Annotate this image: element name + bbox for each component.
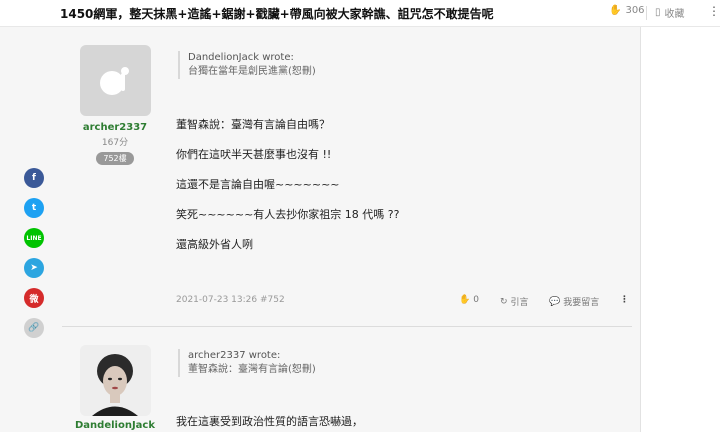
post-body: 董智森說：臺灣有言論自由嗎？ 你們在這吠半天甚麼事也沒有 !! 這還不是言論自由…	[176, 118, 399, 268]
hand-icon: ✋	[459, 295, 471, 305]
quote-author: archer2337 wrote:	[188, 350, 281, 361]
default-avatar-icon	[99, 66, 129, 95]
like-button[interactable]: ✋ 0	[459, 295, 479, 305]
quote-text[interactable]: 台獨在當年是創民進黨(恕刪)	[188, 65, 316, 79]
comment-icon: 💬	[549, 296, 561, 307]
like-count: 306	[625, 5, 645, 16]
like-button[interactable]: ✋ 306	[609, 5, 645, 16]
post-line: 董智森說：臺灣有言論自由嗎？	[176, 118, 330, 131]
line-share-icon[interactable]: LINE	[24, 228, 44, 248]
thread-title: 1450網軍，整天抹黑+造謠+鋸謝+戳臟+帶風向被大家幹譙、詛咒怎不敢提告呢	[60, 7, 494, 21]
weibo-share-icon[interactable]: 微	[24, 288, 44, 308]
reply-label: 我要留言	[563, 298, 600, 308]
more-options-icon[interactable]: ⋮	[620, 295, 629, 305]
user-points: 167分	[101, 138, 129, 148]
divider	[62, 326, 632, 327]
floor-badge: 752樓	[96, 152, 134, 165]
post-line: 我在這裏受到政治性質的語言恐嚇過，	[176, 415, 363, 428]
post: DandelionJack archer2337 wrote: 董智森說：臺灣有…	[62, 333, 640, 432]
post-line: 還高級外省人咧	[176, 238, 253, 251]
divider	[646, 6, 647, 20]
bookmark-label: 收藏	[664, 9, 685, 20]
bookmark-icon: ▯	[655, 7, 661, 18]
post: archer2337 167分 752樓 DandelionJack wrote…	[62, 27, 640, 327]
bookmark-button[interactable]: ▯ 收藏	[655, 5, 685, 20]
username[interactable]: DandelionJack	[62, 420, 168, 431]
quote-block: DandelionJack wrote: 台獨在當年是創民進黨(恕刪)	[178, 51, 316, 79]
post-body: 我在這裏受到政治性質的語言恐嚇過，	[176, 415, 363, 432]
avatar[interactable]	[80, 345, 151, 416]
quote-text[interactable]: 董智森說：臺灣有言論(恕刪)	[188, 363, 316, 377]
quote-author: DandelionJack wrote:	[188, 52, 294, 63]
post-line: 笑死~~~~~~有人去抄你家祖宗 18 代嗎 ??	[176, 208, 400, 221]
telegram-share-icon[interactable]: ➤	[24, 258, 44, 278]
quote-icon: ↻	[500, 296, 508, 307]
top-bar: 1450網軍，整天抹黑+造謠+鋸謝+戳臟+帶風向被大家幹譙、詛咒怎不敢提告呢 ✋…	[0, 0, 720, 27]
twitter-share-icon[interactable]: t	[24, 198, 44, 218]
post-line: 你們在這吠半天甚麼事也沒有 !!	[176, 148, 332, 161]
quote-label: 引言	[510, 298, 529, 308]
right-sidebar	[641, 27, 720, 432]
reply-button[interactable]: 💬 我要留言	[549, 295, 600, 309]
username[interactable]: archer2337	[62, 122, 168, 133]
quote-block: archer2337 wrote: 董智森說：臺灣有言論(恕刪)	[178, 349, 316, 377]
post-line: 這還不是言論自由喔~~~~~~~	[176, 178, 340, 191]
like-count: 0	[473, 295, 479, 305]
post-meta: 2021-07-23 13:26 #752	[176, 295, 285, 305]
profile-photo	[80, 345, 151, 416]
facebook-share-icon[interactable]: f	[24, 168, 44, 188]
hand-icon: ✋	[609, 5, 622, 16]
copy-link-icon[interactable]: 🔗	[24, 318, 44, 338]
avatar[interactable]	[80, 45, 151, 116]
quote-button[interactable]: ↻ 引言	[500, 295, 529, 309]
more-options-icon[interactable]: ⋮	[708, 4, 720, 18]
